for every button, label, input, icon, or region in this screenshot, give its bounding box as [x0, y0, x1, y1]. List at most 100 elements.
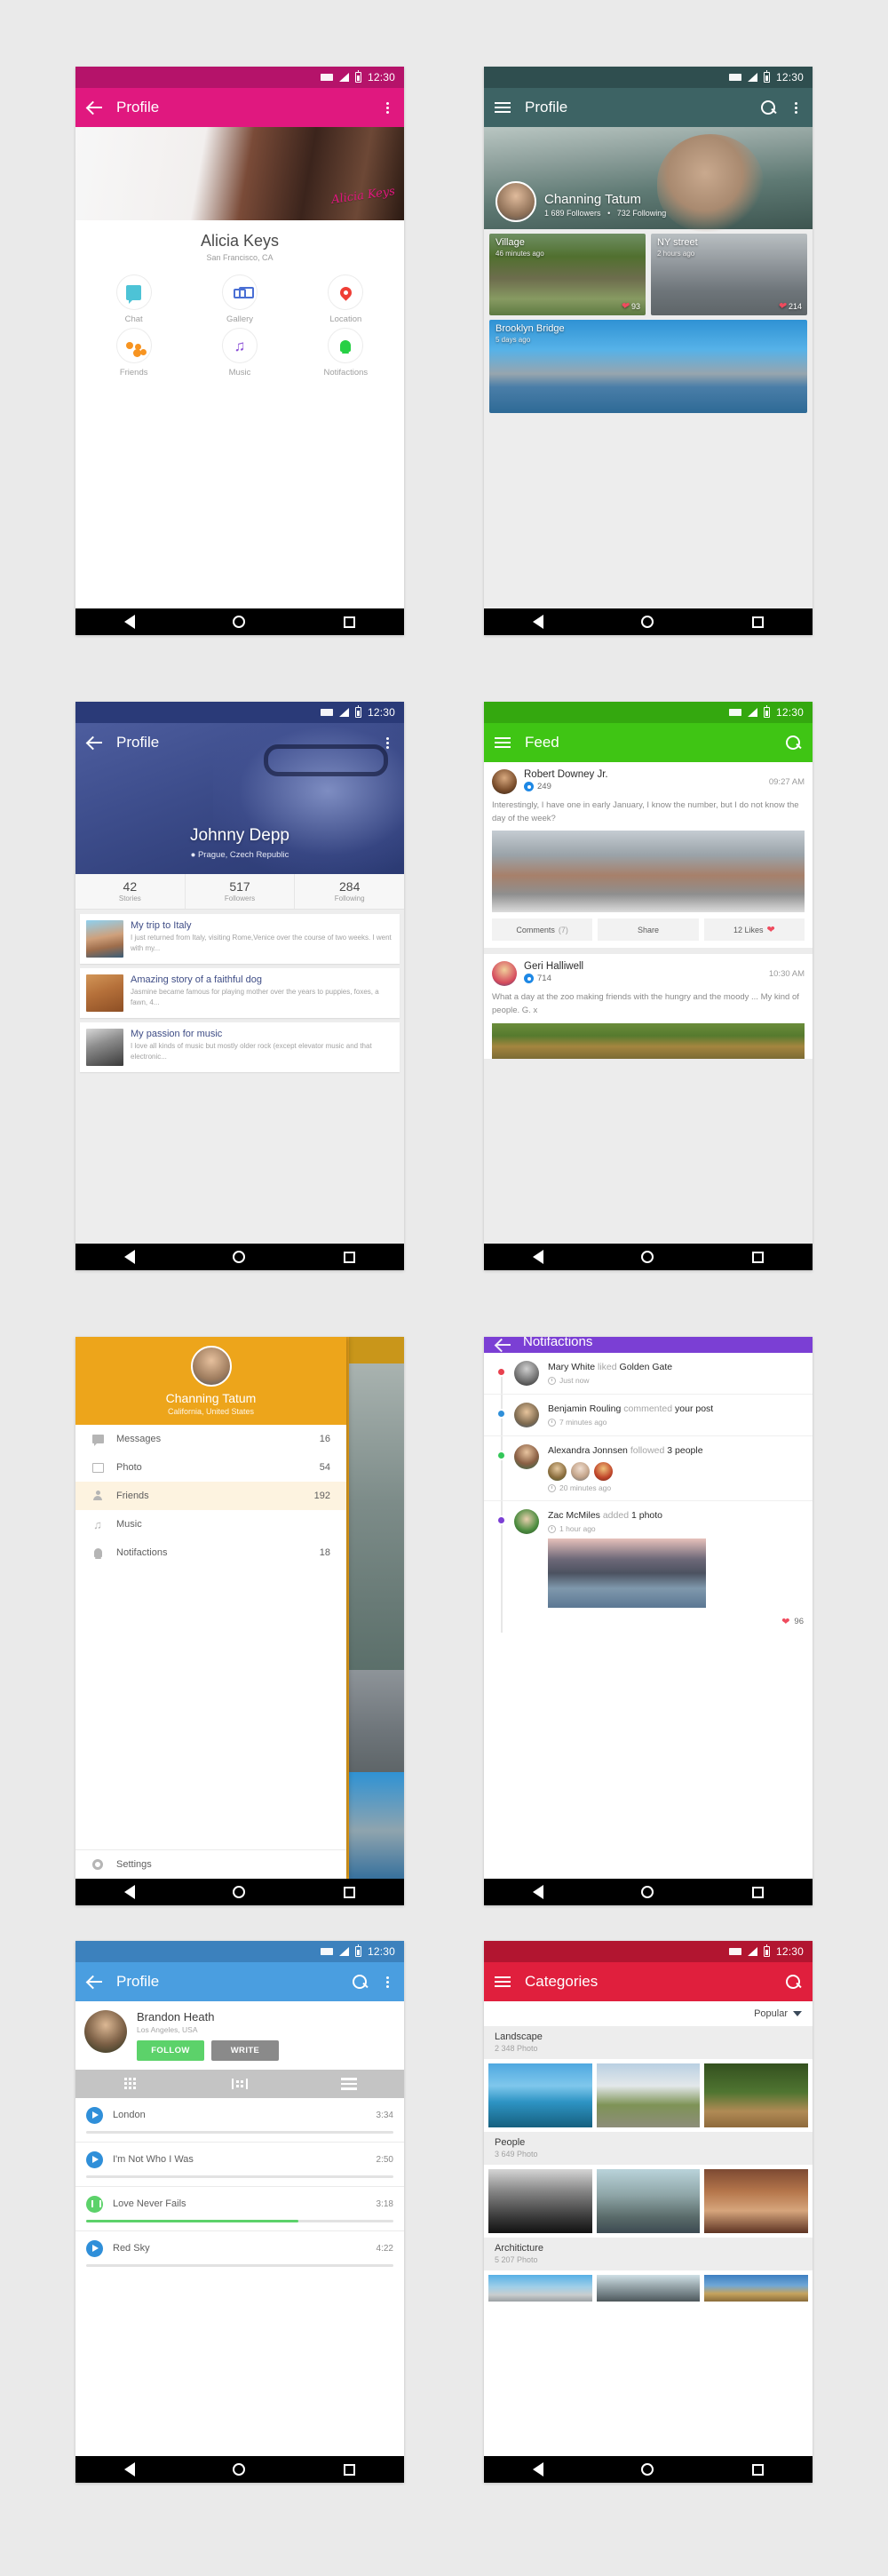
nav-recents-icon[interactable]: [751, 616, 764, 628]
nav-back-icon[interactable]: [124, 2462, 136, 2477]
tab-card-view[interactable]: [185, 2070, 294, 2098]
action-gallery[interactable]: Gallery: [186, 274, 292, 324]
follow-button[interactable]: FOLLOW: [137, 2040, 204, 2061]
drawer-item-photo[interactable]: Photo 54: [75, 1453, 346, 1482]
avatar[interactable]: [492, 961, 517, 987]
photo-tile-ny-street[interactable]: NY street 2 hours ago ❤ 214: [651, 234, 807, 315]
post-image[interactable]: [492, 1022, 805, 1059]
back-icon[interactable]: [86, 1973, 104, 1991]
share-button[interactable]: Share: [598, 918, 699, 942]
track-item[interactable]: London 3:34: [75, 2097, 404, 2143]
drawer-item-settings[interactable]: Settings: [75, 1850, 346, 1879]
notification-photo[interactable]: [548, 1538, 706, 1609]
photo-thumbnail[interactable]: [596, 2063, 701, 2127]
search-icon[interactable]: [784, 1973, 802, 1991]
photo-tile-village[interactable]: Village 46 minutes ago ❤ 93: [489, 234, 646, 315]
notification-item[interactable]: Zac McMiles added 1 photo 1 hour ago: [484, 1501, 813, 1613]
photo-thumbnail[interactable]: [488, 2275, 592, 2302]
comments-button[interactable]: Comments (7): [492, 918, 593, 942]
nav-home-icon[interactable]: [641, 1251, 654, 1263]
play-icon[interactable]: [86, 2106, 103, 2124]
progress-bar[interactable]: [86, 2219, 393, 2222]
pause-icon[interactable]: [86, 2195, 103, 2213]
action-location[interactable]: Location: [293, 274, 399, 324]
list-item[interactable]: My trip to Italy I just returned from It…: [80, 914, 400, 964]
nav-recents-icon[interactable]: [343, 2463, 355, 2476]
play-icon[interactable]: [86, 2151, 103, 2168]
back-icon[interactable]: [495, 1337, 512, 1353]
list-item[interactable]: Amazing story of a faithful dog Jasmine …: [80, 968, 400, 1018]
notification-item[interactable]: Mary White liked Golden Gate Just now: [484, 1353, 813, 1395]
post-author[interactable]: Robert Downey Jr.: [524, 769, 608, 780]
back-icon[interactable]: [86, 99, 104, 116]
nav-recents-icon[interactable]: [343, 1251, 355, 1263]
overflow-menu-icon[interactable]: [381, 734, 393, 751]
nav-home-icon[interactable]: [233, 1251, 246, 1263]
progress-bar[interactable]: [86, 2263, 393, 2267]
drawer-item-music[interactable]: ♫ Music: [75, 1510, 346, 1538]
nav-home-icon[interactable]: [233, 616, 246, 628]
nav-recents-icon[interactable]: [751, 2463, 764, 2476]
drawer-item-friends[interactable]: Friends 192: [75, 1482, 346, 1510]
drawer-item-notifactions[interactable]: Notifactions 18: [75, 1538, 346, 1567]
nav-back-icon[interactable]: [533, 1250, 544, 1264]
drawer-item-messages[interactable]: Messages 16: [75, 1425, 346, 1453]
photo-tile-brooklyn-bridge[interactable]: Brooklyn Bridge 5 days ago: [489, 320, 807, 413]
hamburger-menu-icon[interactable]: [495, 1973, 512, 1991]
progress-bar[interactable]: [86, 2174, 393, 2178]
action-notifactions[interactable]: Notifactions: [293, 328, 399, 378]
track-item-playing[interactable]: Love Never Fails 3:18: [75, 2186, 404, 2231]
nav-recents-icon[interactable]: [751, 1886, 764, 1898]
nav-back-icon[interactable]: [533, 2462, 544, 2477]
hamburger-menu-icon[interactable]: [495, 99, 512, 116]
nav-back-icon[interactable]: [533, 615, 544, 629]
avatar[interactable]: [84, 2010, 127, 2053]
nav-home-icon[interactable]: [641, 1886, 654, 1898]
list-item[interactable]: My passion for music I love all kinds of…: [80, 1022, 400, 1072]
overflow-menu-icon[interactable]: [789, 99, 802, 116]
avatar[interactable]: [190, 1346, 232, 1387]
sort-dropdown[interactable]: Popular: [484, 2001, 813, 2026]
nav-recents-icon[interactable]: [343, 1886, 355, 1898]
write-button[interactable]: WRITE: [211, 2040, 279, 2061]
likes-button[interactable]: 12 Likes ❤: [703, 918, 805, 942]
track-item[interactable]: I'm Not Who I Was 2:50: [75, 2142, 404, 2187]
hamburger-menu-icon[interactable]: [495, 734, 512, 751]
photo-thumbnail[interactable]: [704, 2169, 809, 2233]
nav-back-icon[interactable]: [124, 1885, 136, 1899]
post-author[interactable]: Geri Halliwell: [524, 961, 583, 972]
nav-home-icon[interactable]: [641, 2463, 654, 2476]
notification-item[interactable]: Benjamin Rouling commented your post 7 m…: [484, 1395, 813, 1436]
photo-thumbnail[interactable]: [704, 2063, 809, 2127]
stat-stories[interactable]: 42 Stories: [75, 874, 186, 909]
tab-grid-view[interactable]: [75, 2070, 185, 2098]
back-icon[interactable]: [86, 734, 104, 751]
search-icon[interactable]: [784, 734, 802, 751]
tab-list-view[interactable]: [295, 2070, 404, 2098]
nav-home-icon[interactable]: [641, 616, 654, 628]
photo-thumbnail[interactable]: [488, 2169, 592, 2233]
avatar[interactable]: [492, 769, 517, 794]
photo-thumbnail[interactable]: [704, 2275, 809, 2302]
search-icon[interactable]: [759, 99, 777, 116]
nav-back-icon[interactable]: [533, 1885, 544, 1899]
overflow-menu-icon[interactable]: [381, 1973, 393, 1991]
nav-back-icon[interactable]: [124, 615, 136, 629]
photo-thumbnail[interactable]: [596, 2275, 701, 2302]
progress-bar[interactable]: [86, 2130, 393, 2134]
notification-item[interactable]: Alexandra Jonnsen followed 3 people 20 m…: [484, 1436, 813, 1502]
overflow-menu-icon[interactable]: [381, 99, 393, 116]
nav-recents-icon[interactable]: [751, 1251, 764, 1263]
stat-following[interactable]: 284 Following: [295, 874, 404, 909]
stat-followers[interactable]: 517 Followers: [186, 874, 296, 909]
search-icon[interactable]: [351, 1973, 369, 1991]
photo-thumbnail[interactable]: [488, 2063, 592, 2127]
action-music[interactable]: ♫ Music: [186, 328, 292, 378]
action-chat[interactable]: Chat: [81, 274, 186, 324]
photo-thumbnail[interactable]: [596, 2169, 701, 2233]
track-item[interactable]: Red Sky 4:22: [75, 2230, 404, 2275]
nav-home-icon[interactable]: [233, 2463, 246, 2476]
nav-back-icon[interactable]: [124, 1250, 136, 1264]
play-icon[interactable]: [86, 2239, 103, 2257]
post-image[interactable]: [492, 831, 805, 913]
